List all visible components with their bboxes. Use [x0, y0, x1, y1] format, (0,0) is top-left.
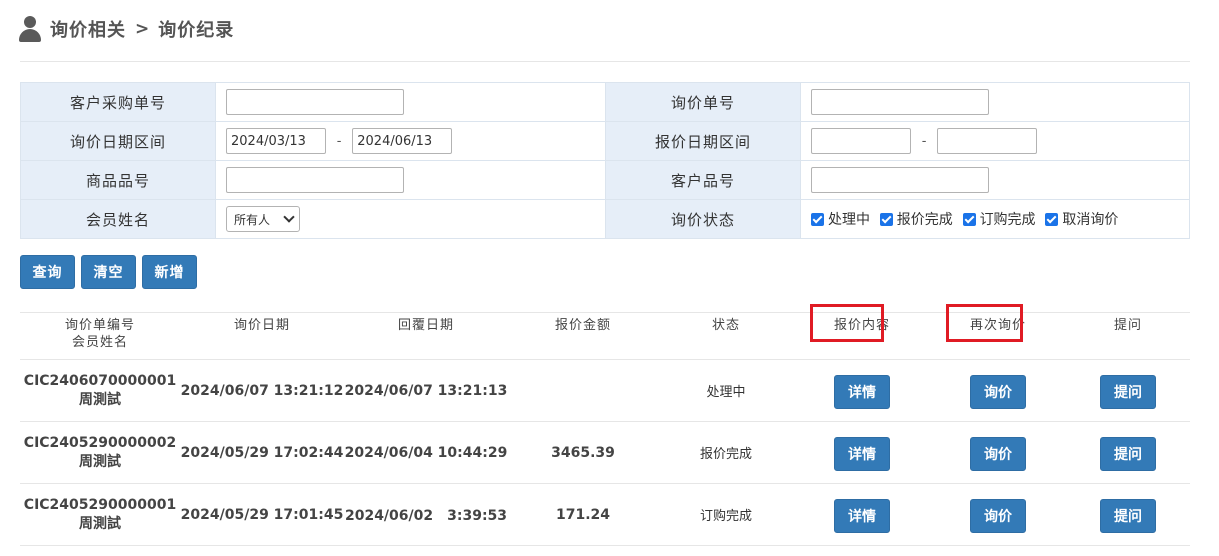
col-header-amount: 报价金额: [508, 312, 658, 360]
label-customer-po: 客户采购单号: [20, 82, 216, 122]
ask-button[interactable]: 提问: [1100, 498, 1156, 533]
reply-date-cell: 2024/06/04 10:44:29: [344, 421, 508, 484]
label-inquiry-no: 询价单号: [605, 82, 801, 122]
checkbox-checked-icon[interactable]: [962, 212, 976, 226]
label-inquiry-date-range: 询价日期区间: [20, 121, 216, 161]
inquiry-table: 询价单编号 会员姓名 询价日期 回覆日期 报价金额 状态 报价内容 再次询价 提问…: [20, 312, 1190, 546]
inquiry-date-cell: 2024/05/29 17:01:45: [180, 483, 344, 546]
amount-cell: [508, 359, 658, 422]
action-buttons: 查询 清空 新增: [20, 255, 197, 289]
col-header-status: 状态: [658, 312, 794, 360]
label-quote-date-range: 报价日期区间: [605, 121, 801, 161]
table-row: CIC2405290000002 周測試 2024/05/29 17:02:44 …: [20, 421, 1190, 484]
status-checkbox-quoted[interactable]: 报价完成: [879, 209, 953, 229]
col-header-question: 提问: [1066, 312, 1190, 360]
detail-button[interactable]: 详情: [834, 374, 890, 409]
inquiry-date-from-input[interactable]: [226, 128, 326, 154]
inquiry-date-cell: 2024/05/29 17:02:44: [180, 421, 344, 484]
ask-button[interactable]: 提问: [1100, 374, 1156, 409]
header-divider: [20, 61, 1190, 62]
col-header-inquiry-no: 询价单编号 会员姓名: [20, 312, 180, 360]
status-cell: 订购完成: [658, 483, 794, 546]
chevron-down-icon: [283, 211, 295, 223]
amount-cell: 3465.39: [508, 421, 658, 484]
reinquire-button[interactable]: 询价: [970, 436, 1026, 471]
quote-date-from-input[interactable]: [811, 128, 911, 154]
label-customer-product-no: 客户品号: [605, 160, 801, 200]
highlight-box-quote: [810, 304, 884, 342]
member-select-value: 所有人: [234, 212, 271, 227]
page-header: 询价相关 > 询价纪录: [19, 14, 234, 44]
inquiry-no-cell: CIC2405290000001 周測試: [20, 483, 180, 546]
status-checkbox-processing[interactable]: 处理中: [811, 209, 870, 229]
add-button[interactable]: 新增: [142, 255, 197, 289]
col-header-inquiry-date: 询价日期: [180, 312, 344, 360]
ask-button[interactable]: 提问: [1100, 436, 1156, 471]
detail-button[interactable]: 详情: [834, 498, 890, 533]
customer-po-input[interactable]: [226, 89, 404, 115]
reinquire-button[interactable]: 询价: [970, 498, 1026, 533]
status-cell: 处理中: [658, 359, 794, 422]
col-header-reply-date: 回覆日期: [344, 312, 508, 360]
reinquire-button[interactable]: 询价: [970, 374, 1026, 409]
search-form: 客户采购单号 询价单号 询价日期区间 - 报价日期区间 - 商品品号 客户品号 …: [20, 82, 1190, 239]
checkbox-checked-icon[interactable]: [879, 212, 893, 226]
status-cell: 报价完成: [658, 421, 794, 484]
date-range-dash: -: [921, 133, 927, 149]
detail-button[interactable]: 详情: [834, 436, 890, 471]
product-no-input[interactable]: [226, 167, 404, 193]
label-inquiry-status: 询价状态: [605, 199, 801, 239]
query-button[interactable]: 查询: [20, 255, 75, 289]
table-row: CIC2405290000001 周測試 2024/05/29 17:01:45 …: [20, 483, 1190, 546]
breadcrumb-separator: >: [135, 19, 150, 39]
table-row: CIC2406070000001 周測試 2024/06/07 13:21:12 …: [20, 359, 1190, 422]
inquiry-no-cell: CIC2406070000001 周測試: [20, 359, 180, 422]
label-member-name: 会员姓名: [20, 199, 216, 239]
reply-date-cell: 2024/06/02 3:39:53: [344, 483, 508, 546]
inquiry-date-to-input[interactable]: [352, 128, 453, 154]
status-checkbox-ordered[interactable]: 订购完成: [962, 209, 1036, 229]
reply-date-cell: 2024/06/07 13:21:13: [344, 359, 508, 422]
status-checkbox-cancelled[interactable]: 取消询价: [1045, 209, 1118, 229]
date-range-dash: -: [336, 133, 342, 149]
highlight-box-reinquiry: [946, 304, 1023, 342]
customer-product-no-input[interactable]: [811, 167, 989, 193]
user-icon: [19, 16, 41, 42]
quote-date-to-input[interactable]: [937, 128, 1038, 154]
breadcrumb-root[interactable]: 询价相关: [50, 16, 126, 42]
label-product-no: 商品品号: [20, 160, 216, 200]
member-select[interactable]: 所有人: [226, 206, 300, 232]
checkbox-checked-icon[interactable]: [1045, 212, 1059, 226]
inquiry-date-cell: 2024/06/07 13:21:12: [180, 359, 344, 422]
checkbox-checked-icon[interactable]: [811, 212, 824, 226]
breadcrumb-current: 询价纪录: [158, 20, 235, 41]
clear-button[interactable]: 清空: [81, 255, 136, 289]
inquiry-no-cell: CIC2405290000002 周測試: [20, 421, 180, 484]
inquiry-no-input[interactable]: [811, 89, 989, 115]
amount-cell: 171.24: [508, 483, 658, 546]
